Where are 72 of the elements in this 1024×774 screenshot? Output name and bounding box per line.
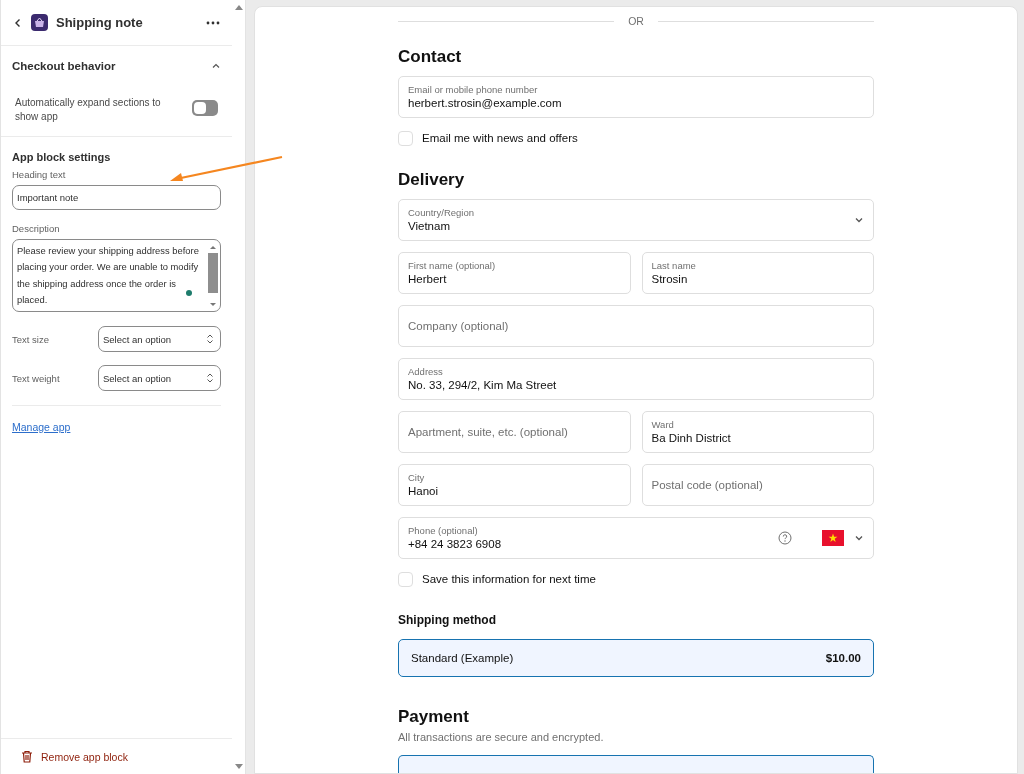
more-button[interactable] [206, 20, 220, 25]
option-price: $10.00 [825, 651, 861, 664]
section-heading: Shipping method [398, 612, 497, 627]
phone-field[interactable]: Phone (optional) +84 24 3823 6908 [398, 516, 874, 559]
section-subtitle: All transactions are secure and encrypted. [398, 730, 605, 743]
field-label: Address [408, 366, 444, 378]
field-label: Heading text [12, 169, 67, 180]
section-heading: Contact [398, 46, 463, 67]
trash-icon [21, 750, 33, 763]
input-field[interactable]: Company (optional) [398, 304, 874, 347]
back-button[interactable] [13, 17, 23, 28]
field-value: +84 24 3823 6908 [408, 538, 503, 551]
flag-icon[interactable] [822, 529, 844, 546]
panel-title: Shipping note [56, 15, 144, 30]
scroll-up-icon[interactable] [234, 4, 243, 10]
payment-option[interactable] [398, 754, 874, 773]
scrollbar[interactable] [232, 0, 246, 774]
scroll-down-icon[interactable] [234, 764, 243, 770]
field-label: City [408, 472, 426, 484]
input-field[interactable]: City Hanoi [398, 463, 631, 506]
manage-app-link[interactable]: Manage app [12, 421, 71, 433]
field-value: Hanoi [408, 485, 440, 498]
toggle-label: Automatically expand sections to show app [15, 96, 162, 124]
field-label: Description [12, 223, 61, 234]
field-label: Text size [12, 333, 49, 345]
checkbox-label: Email me with news and offers [422, 132, 578, 145]
shipping-option[interactable]: Standard (Example) $10.00 [398, 638, 874, 677]
toggle-switch[interactable] [192, 100, 218, 116]
checkbox[interactable] [398, 130, 413, 146]
checkbox-label: Save this information for next time [422, 573, 596, 586]
option-select[interactable]: Select an option [98, 326, 221, 352]
field-value: Herbert [408, 273, 448, 286]
chevron-icon [211, 61, 221, 71]
section-header[interactable]: Checkout behavior [1, 46, 232, 86]
field-placeholder: Company (optional) [408, 319, 510, 332]
text-area[interactable]: Please review your shipping address before placing your order. We are unable to modify the shipping address once the order is placed. [12, 239, 221, 312]
option-name: Standard (Example) [411, 651, 514, 664]
field-value: Strosin [651, 273, 689, 286]
help-icon[interactable] [778, 530, 792, 545]
field-placeholder: Apartment, suite, etc. (optional) [408, 425, 569, 438]
up-down-chevron-icon [206, 372, 214, 384]
input-field[interactable]: Apartment, suite, etc. (optional) [398, 410, 631, 453]
field-label: Phone (optional) [408, 525, 479, 537]
field-label: Country/Region [408, 207, 475, 219]
input-field[interactable]: First name (optional) Herbert [398, 251, 631, 294]
field-label: Text weight [12, 372, 60, 384]
field-value: No. 33, 294/2, Kim Ma Street [408, 379, 558, 392]
checkbox[interactable] [398, 571, 413, 587]
field-value: Vietnam [408, 220, 451, 233]
field-label: Ward [651, 419, 675, 431]
input-field[interactable]: Email or mobile phone number herbert.strosin@example.com [398, 75, 874, 118]
field-label: First name (optional) [408, 260, 497, 272]
country-select[interactable]: Country/Region Vietnam [398, 198, 874, 241]
field-placeholder: Postal code (optional) [651, 478, 764, 491]
section-heading: Delivery [398, 169, 466, 190]
status-dot-icon [186, 290, 192, 296]
option-select[interactable]: Select an option [98, 365, 221, 391]
section-title: App block settings [12, 151, 112, 163]
section-heading: Payment [398, 706, 470, 727]
field-value: herbert.strosin@example.com [408, 97, 563, 110]
up-down-chevron-icon [206, 333, 214, 345]
input-field[interactable]: Last name Strosin [641, 251, 874, 294]
input-field[interactable]: Postal code (optional) [641, 463, 874, 506]
field-label: Last name [651, 260, 697, 272]
field-value: Ba Dinh District [651, 432, 732, 445]
scrollbar[interactable] [207, 243, 219, 309]
input-field[interactable]: Ward Ba Dinh District [641, 410, 874, 453]
divider-text: OR [628, 15, 644, 28]
input-field[interactable]: Address No. 33, 294/2, Kim Ma Street [398, 357, 874, 400]
app-logo-icon [31, 14, 48, 31]
field-label: Email or mobile phone number [408, 84, 539, 96]
input-field[interactable]: Important note [12, 185, 221, 210]
